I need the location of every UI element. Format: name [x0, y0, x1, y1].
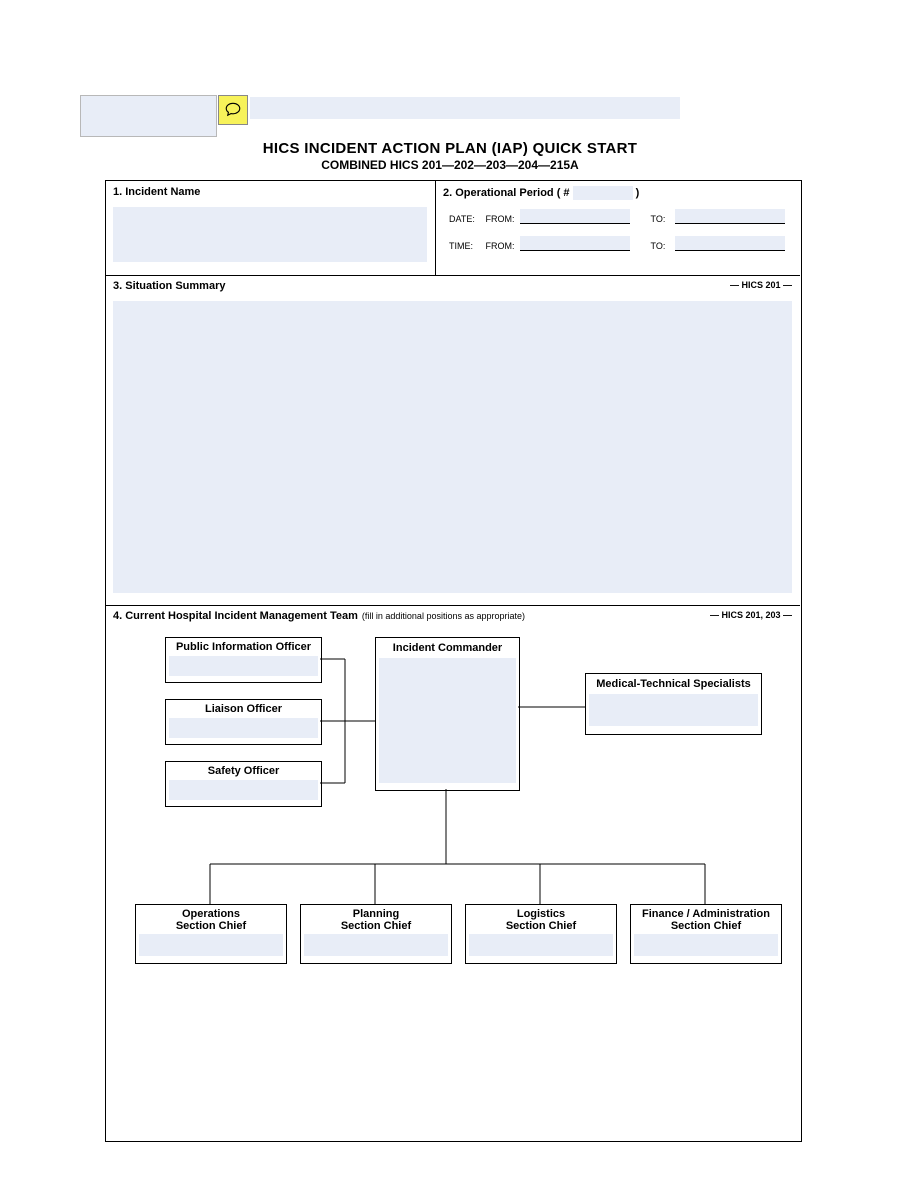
section-1: 1. Incident Name: [105, 180, 436, 276]
org-plan-label2: Section Chief: [301, 920, 451, 932]
org-box-safety[interactable]: Safety Officer: [165, 761, 322, 807]
org-ops-label1: Operations: [136, 905, 286, 920]
section-3-label: 3. Situation Summary: [113, 280, 225, 292]
situation-summary-input[interactable]: [113, 301, 792, 593]
form-title: HICS INCIDENT ACTION PLAN (IAP) QUICK ST…: [100, 140, 800, 157]
time-label: TIME:: [449, 241, 483, 251]
org-box-ops[interactable]: Operations Section Chief: [135, 904, 287, 964]
org-box-medtech[interactable]: Medical-Technical Specialists: [585, 673, 762, 735]
section-2-label: 2. Operational Period ( #: [443, 187, 570, 199]
section-4-note: (fill in additional positions as appropr…: [362, 611, 525, 621]
org-liaison-label: Liaison Officer: [166, 700, 321, 718]
org-ops-input[interactable]: [139, 934, 283, 956]
org-medtech-input[interactable]: [589, 694, 758, 726]
org-ops-label2: Section Chief: [136, 920, 286, 932]
section-2: 2. Operational Period ( # ) DATE: FROM: …: [435, 180, 800, 276]
section-1-label: 1. Incident Name: [105, 180, 435, 204]
org-box-pio[interactable]: Public Information Officer: [165, 637, 322, 683]
section-3: 3. Situation Summary — HICS 201 —: [105, 275, 800, 606]
org-ic-label: Incident Commander: [376, 638, 519, 658]
org-medtech-label: Medical-Technical Specialists: [586, 674, 761, 694]
org-pio-input[interactable]: [169, 656, 318, 676]
org-ic-input[interactable]: [379, 658, 516, 783]
date-from-label: FROM:: [486, 214, 518, 224]
org-liaison-input[interactable]: [169, 718, 318, 738]
header-title-field-right[interactable]: [250, 97, 680, 119]
org-log-label2: Section Chief: [466, 920, 616, 932]
org-fin-label1: Finance / Administration: [631, 905, 781, 920]
header-title-field-left[interactable]: [80, 95, 217, 137]
org-box-ic[interactable]: Incident Commander: [375, 637, 520, 791]
org-box-log[interactable]: Logistics Section Chief: [465, 904, 617, 964]
time-to-label: TO:: [651, 241, 673, 251]
op-period-number-input[interactable]: [573, 186, 633, 200]
date-from-input[interactable]: [520, 209, 630, 224]
org-box-plan[interactable]: Planning Section Chief: [300, 904, 452, 964]
org-log-label1: Logistics: [466, 905, 616, 920]
org-pio-label: Public Information Officer: [166, 638, 321, 656]
section-2-label-close: ): [636, 187, 640, 199]
section-4: 4. Current Hospital Incident Management …: [105, 605, 800, 1140]
date-to-label: TO:: [651, 214, 673, 224]
org-plan-label1: Planning: [301, 905, 451, 920]
org-log-input[interactable]: [469, 934, 613, 956]
org-chart: Public Information Officer Liaison Offic…: [105, 629, 800, 1134]
org-box-fin[interactable]: Finance / Administration Section Chief: [630, 904, 782, 964]
org-fin-input[interactable]: [634, 934, 778, 956]
time-from-input[interactable]: [520, 236, 630, 251]
time-to-input[interactable]: [675, 236, 785, 251]
date-to-input[interactable]: [675, 209, 785, 224]
org-fin-label2: Section Chief: [631, 920, 781, 932]
org-plan-input[interactable]: [304, 934, 448, 956]
form-subtitle: COMBINED HICS 201—202—203—204—215A: [100, 158, 800, 172]
form-page: HICS INCIDENT ACTION PLAN (IAP) QUICK ST…: [0, 0, 900, 1200]
incident-name-input[interactable]: [113, 207, 427, 262]
section-4-ref: — HICS 201, 203 —: [710, 610, 792, 620]
time-from-label: FROM:: [486, 241, 518, 251]
comment-icon[interactable]: [218, 95, 248, 125]
section-3-ref: — HICS 201 —: [730, 280, 792, 290]
section-4-label: 4. Current Hospital Incident Management …: [113, 610, 358, 622]
org-safety-input[interactable]: [169, 780, 318, 800]
org-safety-label: Safety Officer: [166, 762, 321, 780]
date-label: DATE:: [449, 214, 483, 224]
org-box-liaison[interactable]: Liaison Officer: [165, 699, 322, 745]
